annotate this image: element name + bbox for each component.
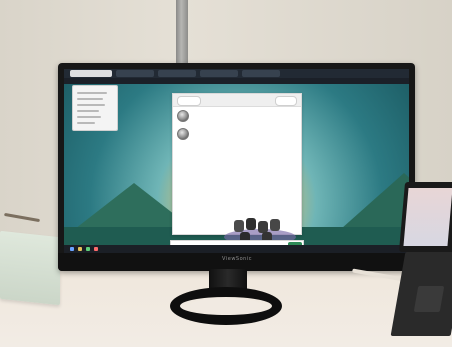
monitor-screen <box>64 69 409 253</box>
chat-header <box>173 94 301 107</box>
character-figure <box>270 219 280 231</box>
browser-tab[interactable] <box>70 70 112 77</box>
close-button[interactable] <box>275 96 297 106</box>
character-figure <box>234 220 244 232</box>
dropdown-item[interactable] <box>77 98 103 100</box>
dropdown-item[interactable] <box>77 104 105 106</box>
browser-address-bar[interactable] <box>64 78 409 84</box>
monitor: ViewSonic <box>58 63 415 271</box>
monitor-brand: ViewSonic <box>222 256 252 262</box>
laptop-screen <box>403 188 452 246</box>
browser-tab-bar <box>64 69 409 78</box>
browser-dropdown-panel[interactable] <box>72 85 118 131</box>
back-button[interactable] <box>177 96 201 106</box>
browser-tab[interactable] <box>158 70 196 77</box>
browser-tab[interactable] <box>242 70 280 77</box>
taskbar-icon[interactable] <box>94 247 98 251</box>
dropdown-item[interactable] <box>77 116 101 118</box>
dropdown-item[interactable] <box>77 92 107 94</box>
dropdown-item[interactable] <box>77 122 95 124</box>
laptop-trackpad <box>413 286 445 312</box>
dropdown-item[interactable] <box>77 110 99 112</box>
taskbar-icon[interactable] <box>78 247 82 251</box>
pamphlet <box>0 230 60 306</box>
monitor-stand-inner <box>190 298 262 314</box>
chat-panel <box>172 93 302 235</box>
browser-tab[interactable] <box>116 70 154 77</box>
avatar <box>177 110 189 122</box>
taskbar-icon[interactable] <box>70 247 74 251</box>
laptop <box>398 182 452 252</box>
avatar <box>177 128 189 140</box>
taskbar <box>64 245 409 253</box>
character-figure <box>246 218 256 230</box>
browser-tab[interactable] <box>200 70 238 77</box>
taskbar-icon[interactable] <box>86 247 90 251</box>
